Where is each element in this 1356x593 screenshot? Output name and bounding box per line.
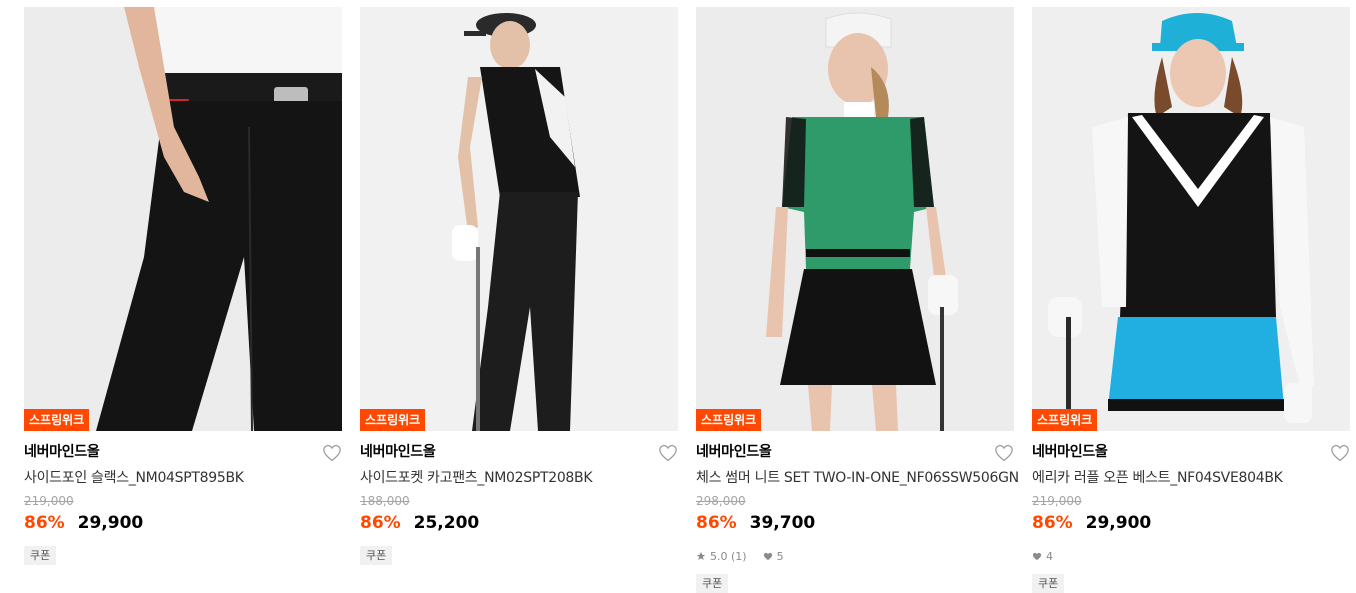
product-card[interactable]: 스프링위크 네버마인드올 체스 썸머 니트 SET TWO-IN-ONE_NF0… [696, 7, 1019, 593]
heart-icon[interactable] [994, 444, 1014, 462]
product-name[interactable]: 체스 썸머 니트 SET TWO-IN-ONE_NF06SSW506GN [696, 468, 1019, 488]
heart-filled-icon [1032, 552, 1042, 560]
original-price: 219,000 [24, 494, 74, 508]
review-meta: 5.0 (1) 5 [696, 548, 1014, 564]
product-name[interactable]: 에리카 러플 오픈 베스트_NF04SVE804BK [1032, 468, 1350, 488]
product-name[interactable]: 사이드포인 슬랙스_NM04SPT895BK [24, 468, 342, 488]
product-card[interactable]: 스프링위크 네버마인드올 에리카 러플 오픈 베스트_NF04SVE804BK … [1032, 7, 1350, 593]
review-meta: 4 [1032, 548, 1350, 564]
sale-price: 25,200 [413, 513, 480, 533]
coupon-badge: 쿠폰 [360, 546, 393, 565]
heart-icon[interactable] [322, 444, 342, 462]
product-image[interactable]: 스프링위크 [1032, 7, 1350, 431]
original-price: 219,000 [1032, 494, 1082, 508]
product-card[interactable]: 스프링위크 네버마인드올 사이드포인 슬랙스_NM04SPT895BK 219,… [24, 7, 342, 565]
sale-price: 39,700 [749, 513, 816, 533]
promo-tag: 스프링위크 [1032, 409, 1098, 431]
brand-name[interactable]: 네버마인드올 [24, 442, 342, 462]
product-image[interactable]: 스프링위크 [696, 7, 1014, 431]
rating-text: 5.0 (1) [710, 549, 747, 563]
promo-tag: 스프링위크 [360, 409, 426, 431]
sale-price: 29,900 [1085, 513, 1152, 533]
woman-green-knit-set-photo [696, 7, 1014, 431]
product-name[interactable]: 사이드포켓 카고팬츠_NM02SPT208BK [360, 468, 678, 488]
product-image[interactable]: 스프링위크 [360, 7, 678, 431]
product-grid: 스프링위크 네버마인드올 사이드포인 슬랙스_NM04SPT895BK 219,… [0, 0, 1356, 593]
discount-rate: 86% [360, 513, 401, 533]
brand-name[interactable]: 네버마인드올 [1032, 442, 1350, 462]
heart-filled-icon [763, 552, 772, 560]
like-count: 4 [1046, 549, 1053, 563]
sale-price: 29,900 [77, 513, 144, 533]
woman-ruffle-vest-photo [1032, 7, 1350, 431]
coupon-badge: 쿠폰 [24, 546, 57, 565]
original-price: 188,000 [360, 494, 410, 508]
heart-icon[interactable] [1330, 444, 1350, 462]
man-golf-outfit-photo [360, 7, 678, 431]
product-card[interactable]: 스프링위크 네버마인드올 사이드포켓 카고팬츠_NM02SPT208BK 188… [360, 7, 678, 565]
like-count: 5 [776, 549, 784, 563]
brand-name[interactable]: 네버마인드올 [360, 442, 678, 462]
original-price: 298,000 [696, 494, 746, 508]
brand-name[interactable]: 네버마인드올 [696, 442, 1014, 462]
promo-tag: 스프링위크 [696, 409, 762, 431]
discount-rate: 86% [24, 513, 65, 533]
promo-tag: 스프링위크 [24, 409, 90, 431]
discount-rate: 86% [696, 513, 737, 533]
black-golf-pants-photo [24, 7, 342, 431]
star-icon [696, 551, 706, 560]
product-image[interactable]: 스프링위크 [24, 7, 342, 431]
discount-rate: 86% [1032, 513, 1073, 533]
heart-icon[interactable] [658, 444, 678, 462]
